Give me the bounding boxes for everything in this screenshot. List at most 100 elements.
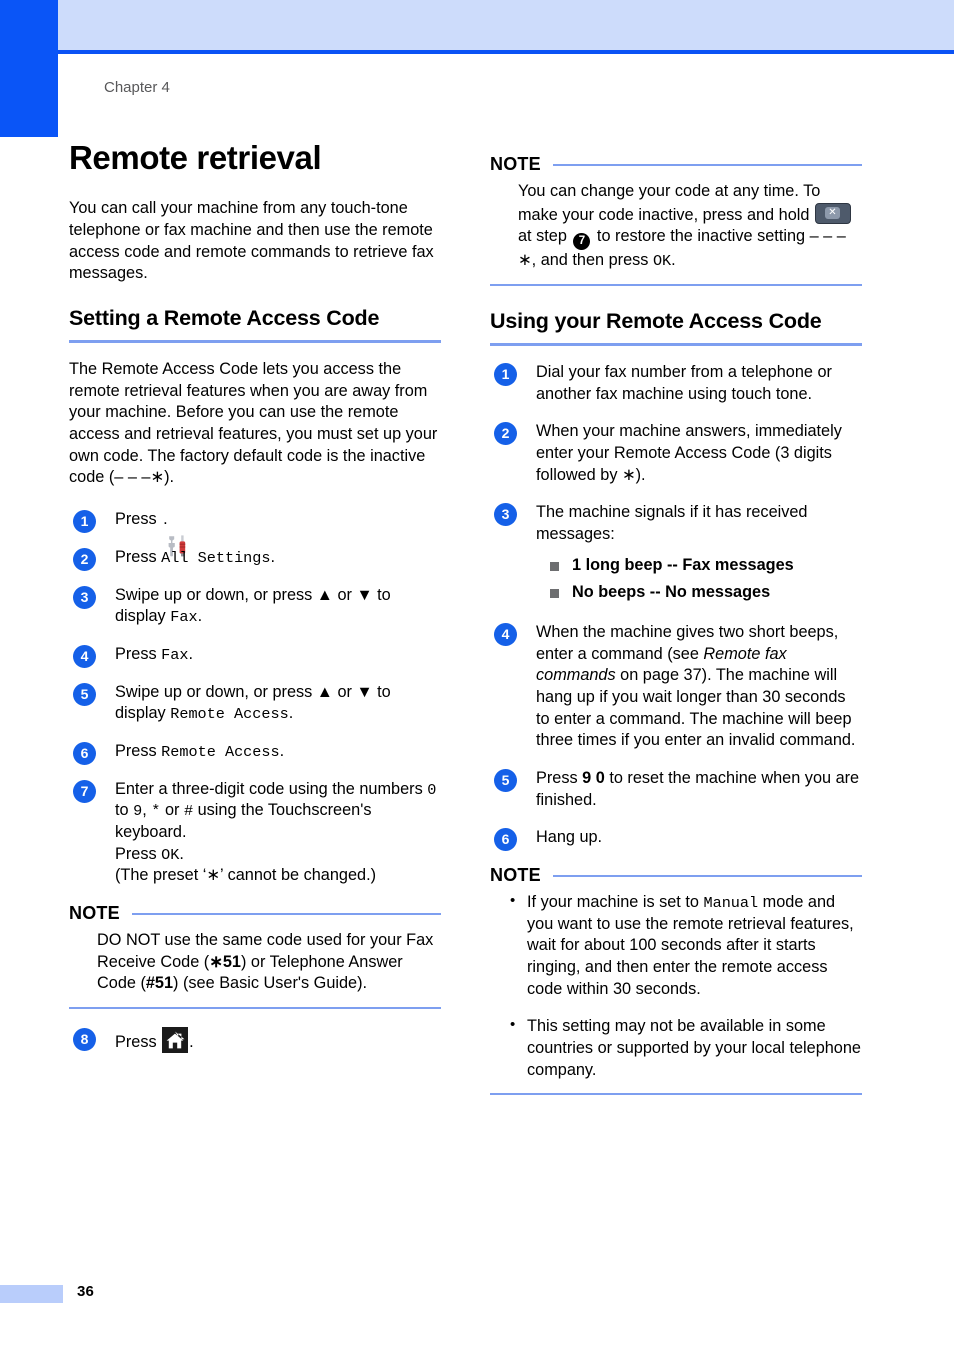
step-number: 6 [494, 828, 517, 852]
step-number: 2 [73, 547, 96, 571]
step-item: 3 Swipe up or down, or press ▲ or ▼ to d… [69, 585, 441, 628]
note-label: NOTE [490, 154, 541, 174]
step-text: The machine signals if it has received m… [536, 502, 862, 604]
footer-edge-tab [0, 1285, 63, 1303]
step-text-pre: Press [115, 741, 162, 760]
intro-paragraph: You can call your machine from any touch… [69, 199, 434, 283]
step-text: Dial your fax number from a telephone or… [536, 362, 832, 403]
step-reference-badge: 7 [573, 233, 591, 251]
step-text-pre: Press [115, 1033, 162, 1052]
telephone-answer-code: #51 [145, 974, 174, 993]
step-number: 4 [494, 623, 517, 646]
step-number: 1 [73, 509, 96, 533]
step-number: 8 [73, 1028, 96, 1052]
step-text: When your machine answers, immediately e… [536, 422, 842, 484]
step-item: 5 Press 9 0 to reset the machine when yo… [490, 768, 862, 811]
header-band [58, 0, 954, 50]
step-text: Press Remote Access. [115, 741, 441, 763]
step-text-post: . [163, 509, 168, 528]
step-number: 4 [73, 644, 96, 668]
step-item: 3 The machine signals if it has received… [490, 502, 862, 604]
step-text: Swipe up or down, or press ▲ or ▼ to dis… [115, 585, 441, 628]
note-label: NOTE [490, 865, 541, 886]
step-text: When the machine gives two short beeps, … [536, 622, 862, 752]
note-text-b: at step [518, 227, 572, 246]
step-item: 6 Press Remote Access. [69, 741, 441, 765]
step-number: 3 [73, 585, 96, 609]
step-number: 5 [494, 769, 517, 793]
signal-bullet-list: 1 long beep -- Fax messages No beeps -- … [536, 555, 862, 604]
step-text-pre: Swipe up or down, or press ▲ or ▼ to dis… [115, 585, 391, 626]
step-text-post: . [288, 704, 294, 723]
ui-label: Fax [161, 645, 189, 664]
step-text: Press Fax. [115, 644, 441, 666]
step7-line1-d: or [160, 801, 184, 820]
ui-label: 9 [133, 802, 143, 821]
clear-x-glyph: ✕ [824, 206, 840, 219]
note-bullet1-a: If your machine is set to [527, 893, 704, 912]
fax-receive-code: ∗51 [209, 952, 241, 971]
chapter-label: Chapter 4 [104, 79, 170, 96]
section-rule [490, 342, 862, 346]
step7-line3: (The preset ‘∗’ cannot be changed.) [115, 866, 377, 885]
list-item: If your machine is set to Manual mode an… [510, 891, 862, 1000]
step-text: Press 9 0 to reset the machine when you … [536, 768, 862, 811]
step-text: Press All Settings. [115, 547, 441, 569]
ui-label: Remote Access [161, 742, 280, 761]
note-header: NOTE [69, 903, 441, 924]
step-item: 4 Press Fax. [69, 644, 441, 668]
note-block: NOTE If your machine is set to Manual mo… [490, 865, 862, 1096]
ui-label: Fax [170, 608, 198, 627]
note-body: If your machine is set to Manual mode an… [490, 891, 862, 1081]
note-text-d: . [671, 251, 676, 270]
step-number: 7 [73, 779, 96, 803]
ui-label: Remote Access [170, 705, 289, 724]
section-title-using-code: Using your Remote Access Code [490, 309, 822, 334]
step-text: Press . [115, 1027, 441, 1054]
reset-code: 9 0 [582, 769, 605, 788]
page-title: Remote retrieval [69, 139, 322, 176]
section-body-setting-code: The Remote Access Code lets you access t… [69, 359, 438, 487]
list-item: This setting may not be available in som… [510, 1015, 862, 1081]
step-text: Swipe up or down, or press ▲ or ▼ to dis… [115, 682, 441, 725]
step-text-post: . [270, 547, 276, 566]
step-text-post: . [189, 1033, 194, 1052]
note-body: You can change your code at any time. To… [490, 181, 862, 272]
step-text-a: When the machine gives two short beeps, … [536, 623, 839, 663]
clear-icon[interactable]: ✕ [814, 202, 851, 224]
step-text-pre: Press [115, 547, 162, 566]
home-icon[interactable] [162, 1027, 189, 1054]
step-text-pre: Press [115, 509, 162, 528]
step-number: 2 [494, 422, 517, 446]
step-item: 2 When your machine answers, immediately… [490, 421, 862, 486]
step-text-lead: The machine signals if it has received m… [536, 503, 808, 543]
step-number: 6 [73, 741, 96, 765]
step-text-post: . [279, 741, 285, 760]
step-text-post: . [188, 644, 194, 663]
note-header-rule [552, 163, 862, 166]
step-item: 4 When the machine gives two short beeps… [490, 622, 862, 752]
step7-line1-c: , [142, 801, 152, 820]
step7-line2-a: Press [115, 844, 162, 863]
note-footer-rule [69, 1007, 441, 1010]
note-block: NOTE DO NOT use the same code used for y… [69, 903, 441, 1010]
note-block: NOTE You can change your code at any tim… [490, 154, 862, 287]
house-glyph [166, 1031, 185, 1049]
step-number: 3 [494, 503, 517, 527]
step-item: 7 Enter a three-digit code using the num… [69, 779, 441, 887]
step-item: 8 Press . [69, 1027, 441, 1054]
note-header-rule [131, 912, 441, 915]
step-text: Hang up. [536, 828, 603, 847]
step-item: 1 Dial your fax number from a telephone … [490, 362, 862, 405]
note-header-rule [552, 874, 862, 877]
step-item: 6 Hang up. [490, 827, 862, 852]
note-footer-rule [490, 1093, 862, 1096]
chapter-edge-tab [0, 0, 58, 137]
note-paragraph: You can change your code at any time. To… [518, 181, 862, 272]
ui-label: OK [161, 845, 180, 864]
section-title-setting-code: Setting a Remote Access Code [69, 305, 380, 330]
step-text-pre: Press [115, 644, 162, 663]
note-header: NOTE [490, 154, 862, 175]
page-number: 36 [77, 1283, 95, 1300]
note-label: NOTE [69, 903, 120, 924]
